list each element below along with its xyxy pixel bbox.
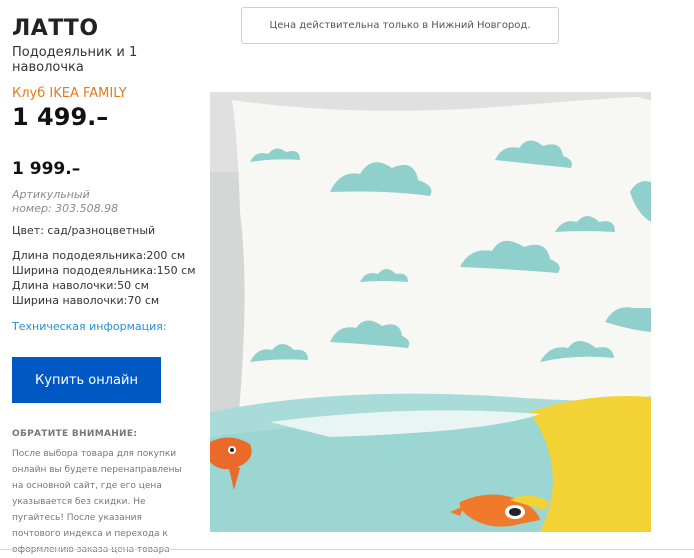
family-price: 1 499.– [12, 103, 109, 131]
product-specs: Длина пододеяльника:200 см Ширина пододе… [12, 248, 196, 308]
article-label: Артикульный [12, 188, 90, 201]
product-image [210, 92, 651, 532]
notice-line: на основной сайт, где его цена [12, 481, 162, 491]
notice-text: После выбора товара для покупки онлайн в… [12, 446, 187, 558]
technical-info-link[interactable]: Техническая информация: [12, 320, 167, 333]
notice-line: указывается без скидки. Не [12, 497, 146, 507]
product-description: Пододеяльник и 1 наволочка [12, 45, 138, 75]
notice-line: почтового индекса и перехода к [12, 529, 168, 539]
spec-line: Длина наволочки:50 см [12, 279, 149, 292]
buy-online-button[interactable]: Купить онлайн [12, 357, 161, 403]
product-title: ЛАТТО [12, 16, 99, 41]
notice-line: После выбора товара для покупки [12, 449, 177, 459]
notice-line: онлайн вы будете перенаправлены [12, 465, 182, 475]
article-number: Артикульный номер: 303.508.98 [12, 188, 118, 216]
spec-line: Ширина наволочки:70 см [12, 294, 160, 307]
product-color: Цвет: сад/разноцветный [12, 224, 156, 237]
article-value: номер: 303.508.98 [12, 202, 119, 215]
ikea-family-label: Клуб IKEA FAMILY [12, 86, 127, 101]
price-region-notice: Цена действительна только в Нижний Новго… [241, 7, 559, 44]
notice-line: пугайтесь! После указания [12, 513, 142, 523]
notice-title: ОБРАТИТЕ ВНИМАНИЕ: [12, 429, 138, 439]
footer-divider [0, 549, 694, 550]
regular-price: 1 999.– [12, 159, 81, 179]
spec-line: Ширина пододеяльника:150 см [12, 264, 196, 277]
spec-line: Длина пододеяльника:200 см [12, 249, 186, 262]
